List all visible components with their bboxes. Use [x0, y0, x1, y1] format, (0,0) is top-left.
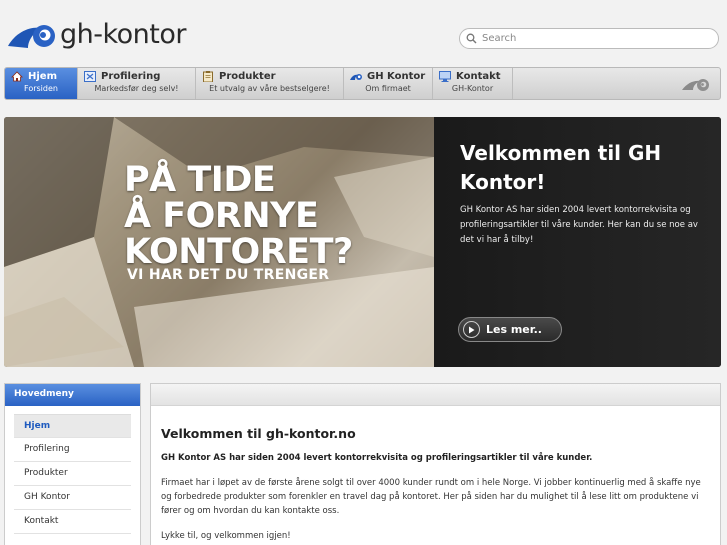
search-box[interactable] [459, 28, 719, 49]
page-title: Velkommen til gh-kontor.no [161, 426, 356, 441]
nav-title-label: GH Kontor [367, 71, 426, 82]
nav-title: Profilering [84, 71, 189, 82]
nav-item-kontakt[interactable]: Kontakt GH-Kontor [433, 68, 513, 99]
header: gh-kontor [0, 0, 727, 64]
hero-headline-line: PÅ TIDE [124, 160, 276, 200]
logo-icon [350, 71, 362, 82]
logo-text: gh-kontor [60, 18, 187, 50]
nav-title-label: Kontakt [456, 71, 501, 82]
hero-headline-line: Å FORNYE [124, 196, 319, 236]
nav-title: Kontakt [439, 71, 506, 82]
nav-title-label: Produkter [219, 71, 276, 82]
home-icon [11, 71, 23, 82]
logo-icon [6, 14, 56, 54]
monitor-icon [439, 71, 451, 82]
nav-title: GH Kontor [350, 71, 426, 82]
body-paragraph: Firmaet har i løpet av de første årene s… [161, 478, 701, 516]
sidebar-item-profilering[interactable]: Profilering [14, 438, 131, 462]
clipboard-icon [202, 71, 214, 83]
nav-logo-icon [682, 76, 712, 96]
nav-subtitle: Om firmaet [365, 84, 411, 93]
hero-banner: PÅ TIDE Å FORNYE KONTORET? VI HAR DET DU… [4, 117, 721, 367]
nav-subtitle: GH-Kontor [451, 84, 494, 93]
main-content: Velkommen til gh-kontor.no GH Kontor AS … [150, 383, 721, 545]
hero-headline: PÅ TIDE Å FORNYE KONTORET? [124, 162, 353, 270]
play-icon [463, 321, 480, 338]
sidebar-menu: Hovedmeny Hjem Profilering Produkter GH … [4, 383, 141, 545]
hero-text: GH Kontor AS har siden 2004 levert konto… [460, 205, 698, 245]
hero-tagline: VI HAR DET DU TRENGER [127, 267, 330, 283]
nav-subtitle: Forsiden [24, 84, 58, 93]
nav-title-label: Hjem [28, 71, 57, 82]
content-header-strip [151, 384, 720, 406]
nav-title: Produkter [202, 71, 337, 83]
search-input[interactable] [482, 33, 702, 44]
sidebar-item-produkter[interactable]: Produkter [14, 462, 131, 486]
closing-line: Lykke til, og velkommen igjen! [161, 531, 291, 541]
sidebar-item-kontakt[interactable]: Kontakt [14, 510, 131, 534]
sidebar-heading: Hovedmeny [5, 384, 140, 406]
hero-headline-line: KONTORET? [124, 232, 353, 272]
nav-title-label: Profilering [101, 71, 161, 82]
hero-image: PÅ TIDE Å FORNYE KONTORET? VI HAR DET DU… [4, 117, 434, 367]
nav-item-hjem[interactable]: Hjem Forsiden [5, 68, 78, 99]
read-more-button[interactable]: Les mer.. [458, 317, 562, 342]
nav-item-produkter[interactable]: Produkter Et utvalg av våre bestselgere! [196, 68, 344, 99]
read-more-label: Les mer.. [486, 323, 542, 336]
nav-subtitle: Et utvalg av våre bestselgere! [209, 84, 330, 93]
site-logo[interactable]: gh-kontor [6, 14, 187, 54]
nav-item-profilering[interactable]: Profilering Markedsfør deg selv! [78, 68, 196, 99]
nav-title: Hjem [11, 71, 71, 82]
search-icon [460, 33, 482, 44]
profile-icon [84, 71, 96, 82]
hero-title: Velkommen til GH Kontor! [460, 141, 662, 194]
sidebar-item-hjem[interactable]: Hjem [14, 414, 131, 438]
lead-paragraph: GH Kontor AS har siden 2004 levert konto… [161, 453, 593, 463]
hero-panel: Velkommen til GH Kontor! GH Kontor AS ha… [434, 117, 721, 367]
nav-item-gh-kontor[interactable]: GH Kontor Om firmaet [344, 68, 433, 99]
main-nav: Hjem Forsiden Profilering Markedsfør deg… [4, 67, 721, 100]
nav-subtitle: Markedsfør deg selv! [94, 84, 179, 93]
sidebar-item-gh-kontor[interactable]: GH Kontor [14, 486, 131, 510]
sidebar-list: Hjem Profilering Produkter GH Kontor Kon… [5, 406, 140, 534]
